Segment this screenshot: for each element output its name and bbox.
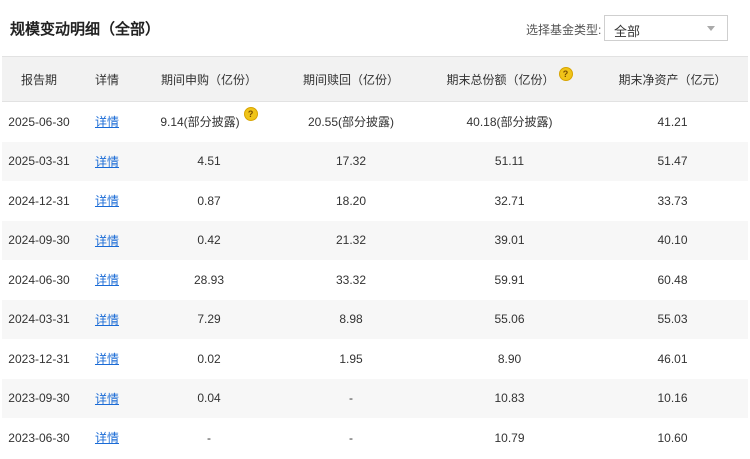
cell-nav: 40.10 (597, 220, 748, 260)
cell-nav: 33.73 (597, 181, 748, 221)
cell-subscribe-value: 0.02 (197, 351, 221, 366)
cell-redeem: - (280, 418, 422, 458)
detail-link[interactable]: 详情 (95, 115, 119, 129)
cell-total: 51.11 (422, 141, 597, 181)
cell-redeem: 21.32 (280, 220, 422, 260)
cell-date: 2024-09-30 (2, 220, 76, 260)
cell-subscribe: 4.51 (138, 141, 280, 181)
cell-date: 2024-03-31 (2, 299, 76, 339)
cell-subscribe: 28.93 (138, 260, 280, 300)
table-row: 2023-12-31 详情 0.02 1.95 8.90 46.01 (2, 339, 748, 379)
detail-link[interactable]: 详情 (95, 155, 119, 169)
cell-redeem: 8.98 (280, 299, 422, 339)
fund-type-select[interactable]: 全部 (604, 15, 728, 41)
table-row: 2023-09-30 详情 0.04 -10.83 10.16 (2, 378, 748, 418)
cell-subscribe: 0.04 (138, 378, 280, 418)
help-icon[interactable]: ? (243, 107, 258, 122)
cell-subscribe: 0.42 (138, 220, 280, 260)
table-row: 2024-12-31 详情 0.87 18.20 32.71 33.73 (2, 181, 748, 221)
table-row: 2023-06-30 详情 - -10.79 10.60 (2, 418, 748, 458)
cell-subscribe: - (138, 418, 280, 458)
cell-subscribe-value: 0.42 (197, 233, 221, 248)
page-title: 规模变动明细（全部） (10, 21, 161, 38)
column-header-date: 报告期 (2, 56, 76, 102)
cell-detail: 详情 (76, 101, 138, 142)
detail-link[interactable]: 详情 (95, 352, 119, 366)
table-row: 2024-09-30 详情 0.42 21.32 39.01 40.10 (2, 220, 748, 260)
detail-link[interactable]: 详情 (95, 392, 119, 406)
cell-date: 2025-06-30 (2, 101, 76, 142)
cell-total: 32.71 (422, 181, 597, 221)
cell-total: 39.01 (422, 220, 597, 260)
cell-subscribe: 7.29 (138, 299, 280, 339)
cell-subscribe-value: 28.93 (193, 272, 225, 287)
cell-redeem: 1.95 (280, 339, 422, 379)
cell-date: 2024-12-31 (2, 181, 76, 221)
detail-link[interactable]: 详情 (95, 194, 119, 208)
table-row: 2025-06-30 详情 9.14(部分披露)? 20.55(部分披露) 40.18(… (2, 101, 748, 142)
column-header-total-label: 期末总份额（亿份） (446, 72, 555, 87)
cell-nav: 10.16 (597, 378, 748, 418)
column-header-subscribe: 期间申购（亿份） (138, 56, 280, 102)
cell-subscribe-value: 7.29 (197, 312, 221, 327)
cell-subscribe: 9.14(部分披露)? (138, 101, 280, 142)
cell-detail: 详情 (76, 260, 138, 300)
fund-type-label: 选择基金类型: (526, 23, 602, 37)
cell-date: 2023-06-30 (2, 418, 76, 458)
cell-redeem: 33.32 (280, 260, 422, 300)
cell-redeem: 20.55(部分披露) (280, 101, 422, 142)
cell-nav: 46.01 (597, 339, 748, 379)
cell-nav: 55.03 (597, 299, 748, 339)
table-header-row: 报告期 详情 期间申购（亿份） 期间赎回（亿份） 期末总份额（亿份）? 期末净资… (2, 56, 748, 102)
fund-type-selected-value: 全部 (614, 24, 641, 39)
page-header: 规模变动明细（全部） 选择基金类型: 全部 (0, 0, 750, 56)
cell-subscribe-value: 0.87 (197, 193, 221, 208)
cell-detail: 详情 (76, 141, 138, 181)
cell-subscribe: 0.02 (138, 339, 280, 379)
cell-total: 10.79 (422, 418, 597, 458)
table-row: 2025-03-31 详情 4.51 17.32 51.11 51.47 (2, 141, 748, 181)
column-header-detail: 详情 (76, 56, 138, 102)
help-icon[interactable]: ? (558, 66, 573, 81)
cell-subscribe-value: 0.04 (197, 391, 221, 406)
cell-detail: 详情 (76, 299, 138, 339)
table-row: 2024-06-30 详情 28.93 33.32 59.91 60.48 (2, 260, 748, 300)
cell-redeem: 18.20 (280, 181, 422, 221)
cell-total: 40.18(部分披露) (422, 101, 597, 142)
cell-subscribe: 0.87 (138, 181, 280, 221)
cell-detail: 详情 (76, 378, 138, 418)
cell-total: 8.90 (422, 339, 597, 379)
cell-subscribe-value: - (207, 430, 211, 445)
cell-nav: 51.47 (597, 141, 748, 181)
column-header-nav: 期末净资产（亿元） (597, 56, 748, 102)
cell-date: 2023-12-31 (2, 339, 76, 379)
cell-detail: 详情 (76, 339, 138, 379)
detail-link[interactable]: 详情 (95, 431, 119, 445)
cell-total: 55.06 (422, 299, 597, 339)
cell-detail: 详情 (76, 220, 138, 260)
detail-link[interactable]: 详情 (95, 234, 119, 248)
cell-detail: 详情 (76, 181, 138, 221)
cell-total: 10.83 (422, 378, 597, 418)
cell-date: 2023-09-30 (2, 378, 76, 418)
cell-detail: 详情 (76, 418, 138, 458)
detail-link[interactable]: 详情 (95, 313, 119, 327)
column-header-total: 期末总份额（亿份）? (422, 56, 597, 102)
chevron-down-icon (707, 26, 715, 31)
cell-redeem: - (280, 378, 422, 418)
cell-redeem: 17.32 (280, 141, 422, 181)
scale-change-table: 报告期 详情 期间申购（亿份） 期间赎回（亿份） 期末总份额（亿份）? 期末净资… (2, 56, 748, 458)
cell-date: 2025-03-31 (2, 141, 76, 181)
cell-nav: 41.21 (597, 101, 748, 142)
cell-total: 59.91 (422, 260, 597, 300)
cell-subscribe-value: 9.14(部分披露) (160, 115, 240, 130)
cell-nav: 60.48 (597, 260, 748, 300)
detail-link[interactable]: 详情 (95, 273, 119, 287)
column-header-redeem: 期间赎回（亿份） (280, 56, 422, 102)
cell-subscribe-value: 4.51 (197, 154, 221, 169)
cell-date: 2024-06-30 (2, 260, 76, 300)
cell-nav: 10.60 (597, 418, 748, 458)
table-row: 2024-03-31 详情 7.29 8.98 55.06 55.03 (2, 299, 748, 339)
